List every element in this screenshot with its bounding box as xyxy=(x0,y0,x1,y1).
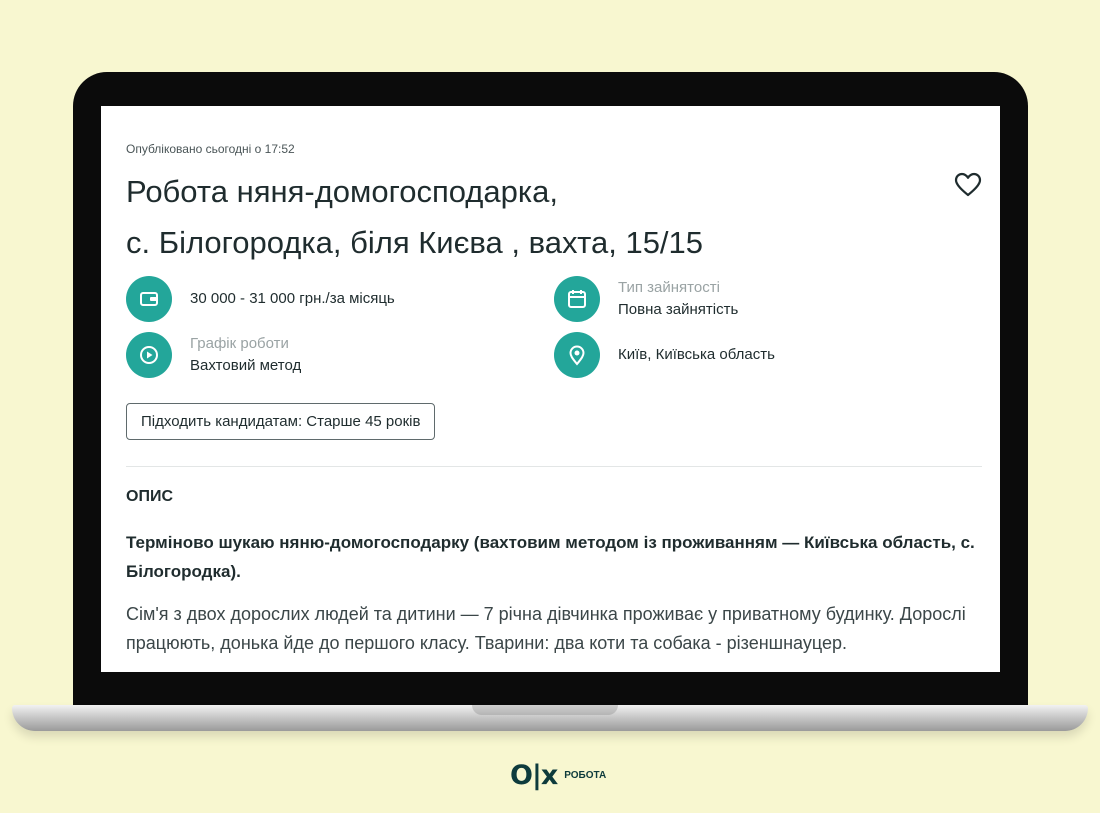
olx-logo: O|x РОБОТА xyxy=(510,760,606,791)
location-value: Київ, Київська область xyxy=(618,346,775,363)
title-line-1: Робота няня-домогосподарка, xyxy=(126,174,558,209)
divider xyxy=(126,466,982,467)
location-info: Київ, Київська область xyxy=(554,332,775,378)
posted-date: Опубліковано сьогодні о 17:52 xyxy=(126,142,295,156)
schedule-label: Графік роботи xyxy=(190,335,289,352)
employment-type-info: Тип зайнятості Повна зайнятість xyxy=(554,276,738,322)
description-text: Сім'я з двох дорослих людей та дитини — … xyxy=(126,604,966,653)
description-lead: Терміново шукаю няню-домогосподарку (вах… xyxy=(126,533,975,581)
salary-value: 30 000 - 31 000 грн./за місяць xyxy=(190,290,395,307)
description-heading: ОПИС xyxy=(126,488,173,505)
favorite-button[interactable] xyxy=(954,172,982,198)
calendar-icon xyxy=(554,276,600,322)
location-pin-icon xyxy=(554,332,600,378)
heart-icon xyxy=(954,172,982,197)
wallet-icon xyxy=(126,276,172,322)
play-clock-icon xyxy=(126,332,172,378)
candidate-tag[interactable]: Підходить кандидатам: Старше 45 років xyxy=(126,403,436,440)
page-title: Робота няня-домогосподарка, с. Білогород… xyxy=(126,166,846,268)
title-line-2: с. Білогородка, біля Києва , вахта, 15/1… xyxy=(126,225,704,260)
listing-screen: Опубліковано сьогодні о 17:52 Робота нян… xyxy=(101,106,1000,672)
employment-type-label: Тип зайнятості xyxy=(618,279,720,296)
salary-info: 30 000 - 31 000 грн./за місяць xyxy=(126,276,395,322)
logo-text: РОБОТА xyxy=(564,770,607,781)
employment-type-value: Повна зайнятість xyxy=(618,301,739,318)
logo-mark: O|x xyxy=(510,760,558,791)
laptop-notch xyxy=(472,705,618,715)
schedule-info: Графік роботи Вахтовий метод xyxy=(126,332,301,378)
schedule-value: Вахтовий метод xyxy=(190,357,302,374)
